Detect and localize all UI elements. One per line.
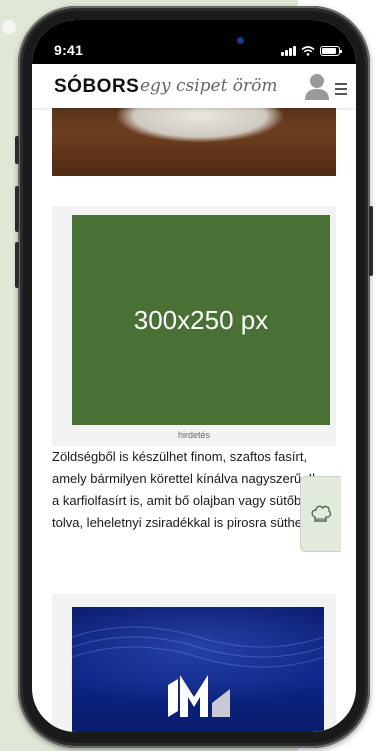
- floating-tab[interactable]: [300, 476, 341, 552]
- phone-frame: 9:41 SÓBORS egy csipet öröm 300x250 px h…: [15, 6, 373, 748]
- battery-level: [322, 48, 336, 54]
- site-header: SÓBORS egy csipet öröm: [32, 64, 356, 108]
- site-logo[interactable]: SÓBORS: [54, 76, 139, 98]
- status-icons: [281, 46, 342, 56]
- phone-power-button: [369, 206, 373, 276]
- ad-container-2: [52, 594, 336, 732]
- background-dot: [2, 20, 16, 34]
- battery-icon: [320, 46, 342, 56]
- notch: [102, 20, 288, 50]
- status-time: 9:41: [54, 42, 84, 58]
- status-bar: 9:41: [32, 20, 356, 64]
- ad-label: hirdetés: [177, 430, 211, 440]
- recipe-image: [52, 108, 336, 176]
- chef-hat-icon: [311, 505, 332, 522]
- banner-logo-icon: [72, 626, 324, 717]
- phone-screen: 9:41 SÓBORS egy csipet öröm 300x250 px h…: [32, 20, 356, 732]
- menu-icon[interactable]: [335, 83, 347, 98]
- wifi-icon: [301, 46, 315, 56]
- phone-volume-down-button: [15, 242, 19, 288]
- phone-mute-button: [15, 136, 19, 164]
- banner-ad[interactable]: [72, 607, 324, 732]
- phone-volume-up-button: [15, 186, 19, 232]
- user-icon[interactable]: [304, 72, 330, 100]
- ad-placeholder[interactable]: 300x250 px: [72, 215, 330, 425]
- signal-icon: [281, 46, 296, 56]
- site-tagline: egy csipet öröm: [140, 76, 278, 96]
- front-camera: [237, 37, 244, 44]
- content-spacer: [32, 176, 356, 206]
- ad-placeholder-text: 300x250 px: [133, 304, 269, 335]
- ad-container: 300x250 px hirdetés: [52, 206, 336, 446]
- article-paragraph: Zöldségből is készülhet finom, szaftos f…: [52, 449, 336, 530]
- home-indicator: [144, 722, 244, 726]
